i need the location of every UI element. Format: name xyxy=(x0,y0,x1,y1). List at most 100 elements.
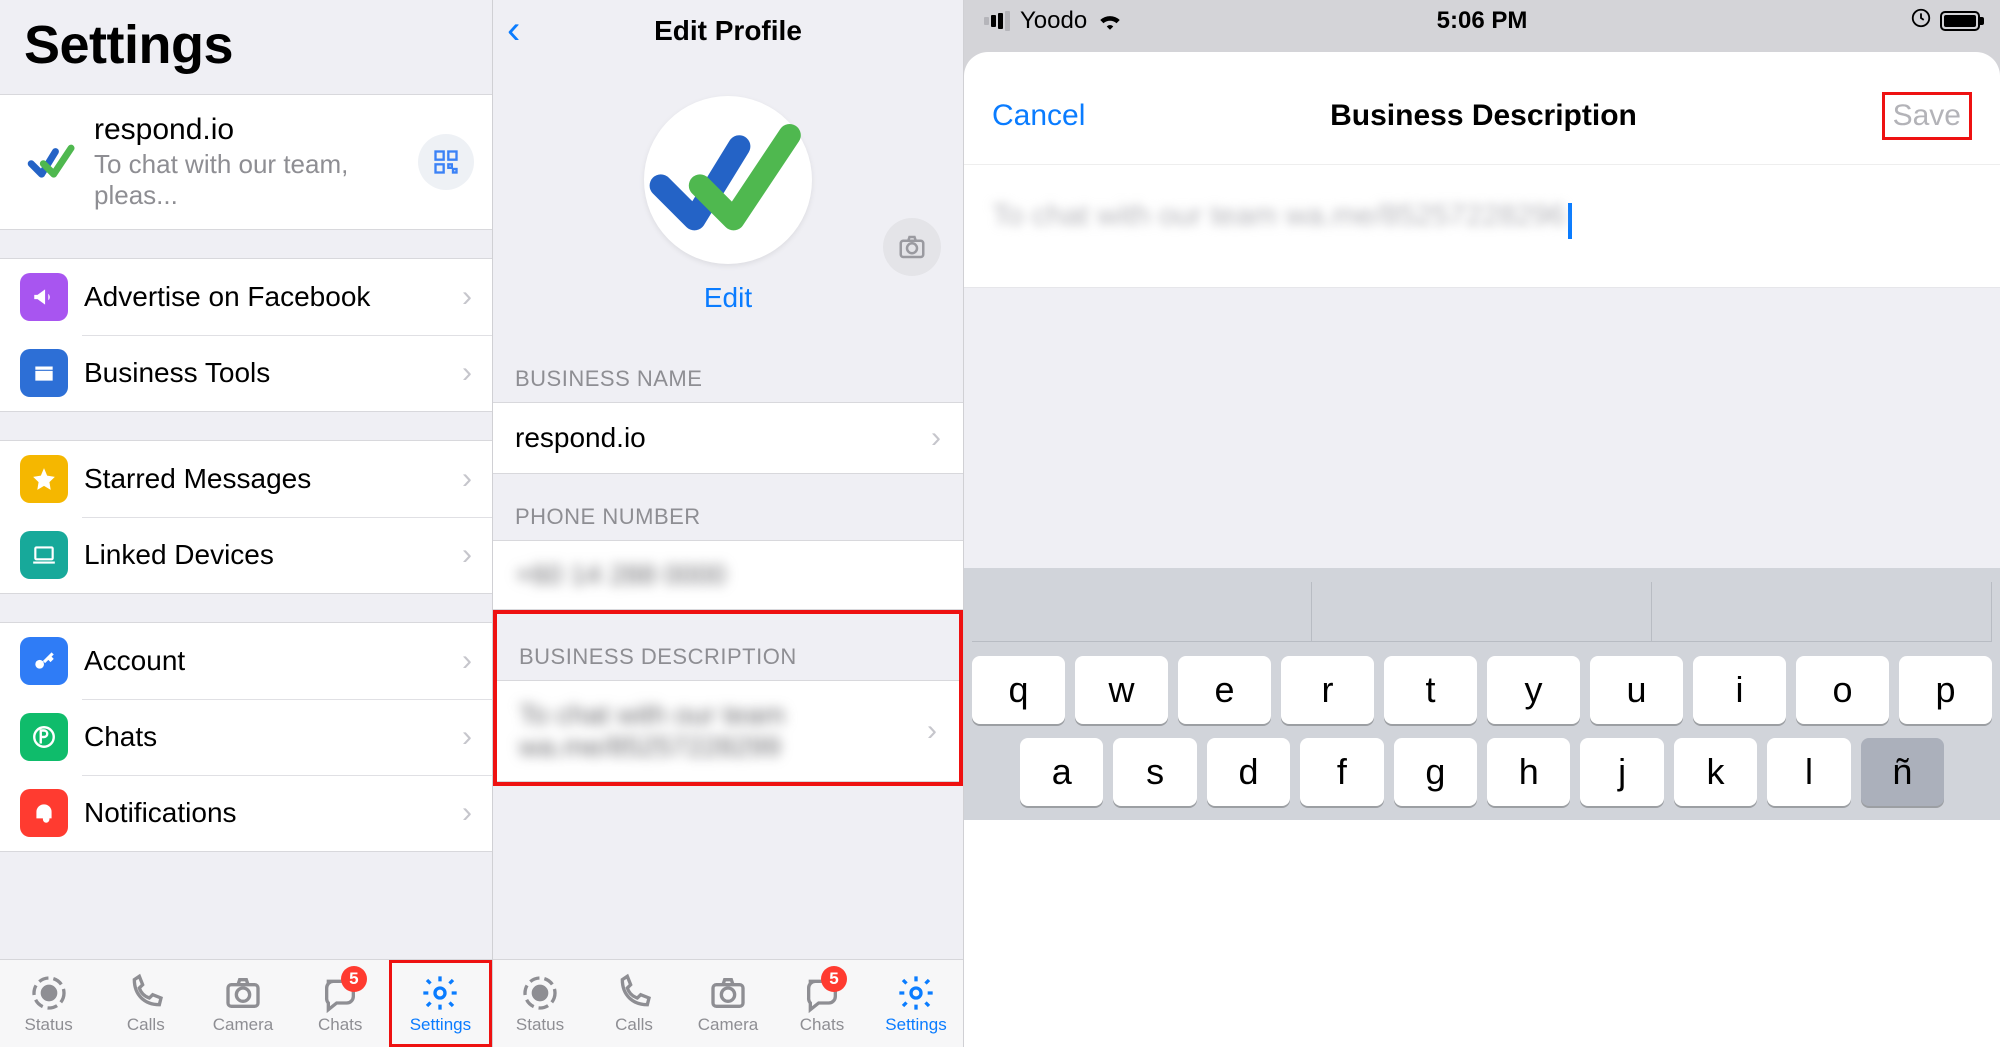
gear-icon xyxy=(896,973,936,1013)
key-r[interactable]: r xyxy=(1281,656,1374,724)
key-y[interactable]: y xyxy=(1487,656,1580,724)
keyboard-row-2: a s d f g h j k l ñ xyxy=(972,738,1992,806)
row-label: Linked Devices xyxy=(84,539,462,571)
nav-title: Edit Profile xyxy=(654,15,802,47)
business-description-field[interactable]: To chat with our team wa.me/85257228299 … xyxy=(497,680,959,782)
key-u[interactable]: u xyxy=(1590,656,1683,724)
key-q[interactable]: q xyxy=(972,656,1065,724)
account-row[interactable]: Account › xyxy=(0,623,492,699)
account-section: Account › Chats › Notifications › xyxy=(0,622,492,852)
camera-icon xyxy=(897,232,927,262)
cancel-button[interactable]: Cancel xyxy=(992,99,1085,133)
phone-number-field[interactable]: +60 14 288 0000 xyxy=(493,540,963,610)
section-header: BUSINESS DESCRIPTION xyxy=(497,614,959,680)
business-name-field[interactable]: respond.io › xyxy=(493,402,963,474)
respond-logo-icon xyxy=(26,136,78,188)
unread-badge: 5 xyxy=(341,966,367,992)
phone-icon xyxy=(126,973,166,1013)
field-value: To chat with our team wa.me/85257228299 xyxy=(519,699,927,763)
key-accent[interactable]: ñ xyxy=(1861,738,1944,806)
modal-nav: Cancel Business Description Save xyxy=(964,68,2000,165)
section-header: PHONE NUMBER xyxy=(493,474,963,540)
tab-chats[interactable]: 5 Chats xyxy=(292,960,389,1047)
save-button[interactable]: Save xyxy=(1882,92,1972,140)
ads-section: Advertise on Facebook › Business Tools › xyxy=(0,258,492,412)
starred-messages-row[interactable]: Starred Messages › xyxy=(0,441,492,517)
bell-icon xyxy=(20,789,68,837)
key-i[interactable]: i xyxy=(1693,656,1786,724)
tab-calls[interactable]: Calls xyxy=(97,960,194,1047)
key-h[interactable]: h xyxy=(1487,738,1570,806)
tab-camera[interactable]: Camera xyxy=(194,960,291,1047)
key-e[interactable]: e xyxy=(1178,656,1271,724)
row-label: Account xyxy=(84,645,462,677)
key-f[interactable]: f xyxy=(1300,738,1383,806)
gear-icon xyxy=(420,973,460,1013)
modal-title: Business Description xyxy=(1330,99,1637,133)
advertise-facebook-row[interactable]: Advertise on Facebook › xyxy=(0,259,492,335)
key-l[interactable]: l xyxy=(1767,738,1850,806)
profile-row[interactable]: respond.io To chat with our team, pleas.… xyxy=(0,95,492,229)
tab-status[interactable]: Status xyxy=(0,960,97,1047)
edit-avatar-link[interactable]: Edit xyxy=(704,282,752,314)
profile-avatar[interactable] xyxy=(644,96,812,264)
key-k[interactable]: k xyxy=(1674,738,1757,806)
tab-label: Camera xyxy=(698,1015,758,1035)
tab-camera[interactable]: Camera xyxy=(681,960,775,1047)
description-textarea[interactable]: To chat with our team wa.me/85257228296 xyxy=(964,165,2000,288)
linked-devices-row[interactable]: Linked Devices › xyxy=(0,517,492,593)
chevron-right-icon: › xyxy=(462,538,472,572)
keyboard-row-1: q w e r t y u i o p xyxy=(972,656,1992,724)
key-w[interactable]: w xyxy=(1075,656,1168,724)
tab-calls[interactable]: Calls xyxy=(587,960,681,1047)
chevron-right-icon: › xyxy=(927,714,937,748)
key-icon xyxy=(20,637,68,685)
tab-bar: Status Calls Camera 5 Chats Settings xyxy=(493,959,963,1047)
tab-label: Calls xyxy=(127,1015,165,1035)
megaphone-icon xyxy=(20,273,68,321)
key-g[interactable]: g xyxy=(1394,738,1477,806)
chats-row[interactable]: Chats › xyxy=(0,699,492,775)
key-j[interactable]: j xyxy=(1580,738,1663,806)
tab-label: Settings xyxy=(410,1015,471,1035)
row-label: Chats xyxy=(84,721,462,753)
tab-label: Chats xyxy=(800,1015,844,1035)
tab-settings[interactable]: Settings xyxy=(389,960,492,1047)
tab-label: Status xyxy=(25,1015,73,1035)
carrier-label: Yoodo xyxy=(1020,7,1087,35)
key-s[interactable]: s xyxy=(1113,738,1196,806)
camera-icon xyxy=(708,973,748,1013)
tab-label: Settings xyxy=(885,1015,946,1035)
field-value: respond.io xyxy=(515,422,931,454)
field-value: +60 14 288 0000 xyxy=(515,559,941,591)
key-a[interactable]: a xyxy=(1020,738,1103,806)
tab-chats[interactable]: 5 Chats xyxy=(775,960,869,1047)
back-button[interactable]: ‹ xyxy=(507,8,520,53)
camera-icon xyxy=(223,973,263,1013)
sheet-gap xyxy=(964,288,2000,568)
background-sheet-peek: ‹ Edit Profile xyxy=(964,42,2000,78)
rotation-lock-icon xyxy=(1910,7,1932,36)
chevron-right-icon: › xyxy=(462,462,472,496)
tab-label: Calls xyxy=(615,1015,653,1035)
key-t[interactable]: t xyxy=(1384,656,1477,724)
signal-icon xyxy=(984,11,1010,31)
nav-bar: ‹ Edit Profile xyxy=(493,0,963,62)
tab-status[interactable]: Status xyxy=(493,960,587,1047)
key-p[interactable]: p xyxy=(1899,656,1992,724)
key-d[interactable]: d xyxy=(1207,738,1290,806)
storefront-icon xyxy=(20,349,68,397)
tab-label: Chats xyxy=(318,1015,362,1035)
chevron-right-icon: › xyxy=(462,796,472,830)
qr-code-button[interactable] xyxy=(418,134,474,190)
chevron-right-icon: › xyxy=(931,421,941,455)
unread-badge: 5 xyxy=(821,966,847,992)
tab-settings[interactable]: Settings xyxy=(869,960,963,1047)
edit-profile-screen: ‹ Edit Profile Edit BUSINESS NAME respon… xyxy=(492,0,964,1047)
key-o[interactable]: o xyxy=(1796,656,1889,724)
camera-button[interactable] xyxy=(883,218,941,276)
business-tools-row[interactable]: Business Tools › xyxy=(0,335,492,411)
keyboard-suggestions[interactable] xyxy=(972,582,1992,642)
profile-status: To chat with our team, pleas... xyxy=(94,149,418,211)
notifications-row[interactable]: Notifications › xyxy=(0,775,492,851)
